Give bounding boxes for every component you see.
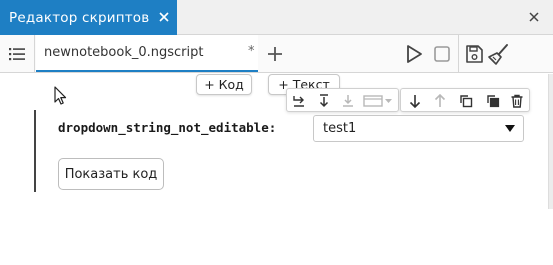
cell-toolbar bbox=[286, 88, 399, 112]
run-below-icon[interactable] bbox=[316, 93, 332, 109]
list-menu-icon[interactable] bbox=[0, 35, 35, 72]
cell-type-select-icon[interactable] bbox=[363, 93, 393, 109]
run-cell-icon[interactable] bbox=[291, 93, 307, 109]
plus-icon[interactable] bbox=[260, 35, 290, 72]
delete-icon[interactable] bbox=[509, 93, 525, 109]
document-tab-label: newnotebook_0.ngscript bbox=[44, 45, 204, 60]
dropdown-selected-value: test1 bbox=[323, 121, 357, 136]
show-code-button[interactable]: Показать код bbox=[58, 158, 164, 190]
cell-active-indicator bbox=[34, 110, 36, 192]
script-editor-title: Редактор скриптов bbox=[9, 9, 150, 26]
close-icon[interactable] bbox=[157, 10, 171, 24]
copy-icon[interactable] bbox=[458, 93, 474, 109]
tab-newnotebook[interactable]: newnotebook_0.ngscript * bbox=[36, 35, 258, 72]
stop-icon[interactable] bbox=[431, 43, 453, 65]
save-icon[interactable] bbox=[463, 43, 485, 65]
play-icon[interactable] bbox=[403, 43, 425, 65]
vertical-scrollbar[interactable] bbox=[548, 74, 553, 209]
mouse-pointer-icon bbox=[54, 86, 68, 106]
cell-actions-toolbar bbox=[400, 88, 530, 112]
move-down-icon[interactable] bbox=[407, 93, 423, 109]
editor-toolbar: newnotebook_0.ngscript * bbox=[0, 35, 553, 73]
chevron-down-icon bbox=[505, 125, 515, 132]
modified-marker: * bbox=[248, 44, 255, 59]
broom-icon[interactable] bbox=[488, 43, 510, 65]
add-code-cell-button[interactable]: + Код bbox=[196, 74, 252, 95]
title-bar: Редактор скриптов bbox=[0, 0, 553, 35]
string-dropdown[interactable]: test1 bbox=[313, 115, 524, 142]
download-icon[interactable] bbox=[340, 93, 356, 109]
widget-label: dropdown_string_not_editable: bbox=[58, 120, 277, 135]
script-editor-tab[interactable]: Редактор скриптов bbox=[0, 0, 177, 35]
move-up-icon[interactable] bbox=[432, 93, 448, 109]
close-icon[interactable] bbox=[527, 10, 541, 24]
copy-filled-icon[interactable] bbox=[485, 93, 501, 109]
toolbar-divider bbox=[458, 35, 459, 72]
